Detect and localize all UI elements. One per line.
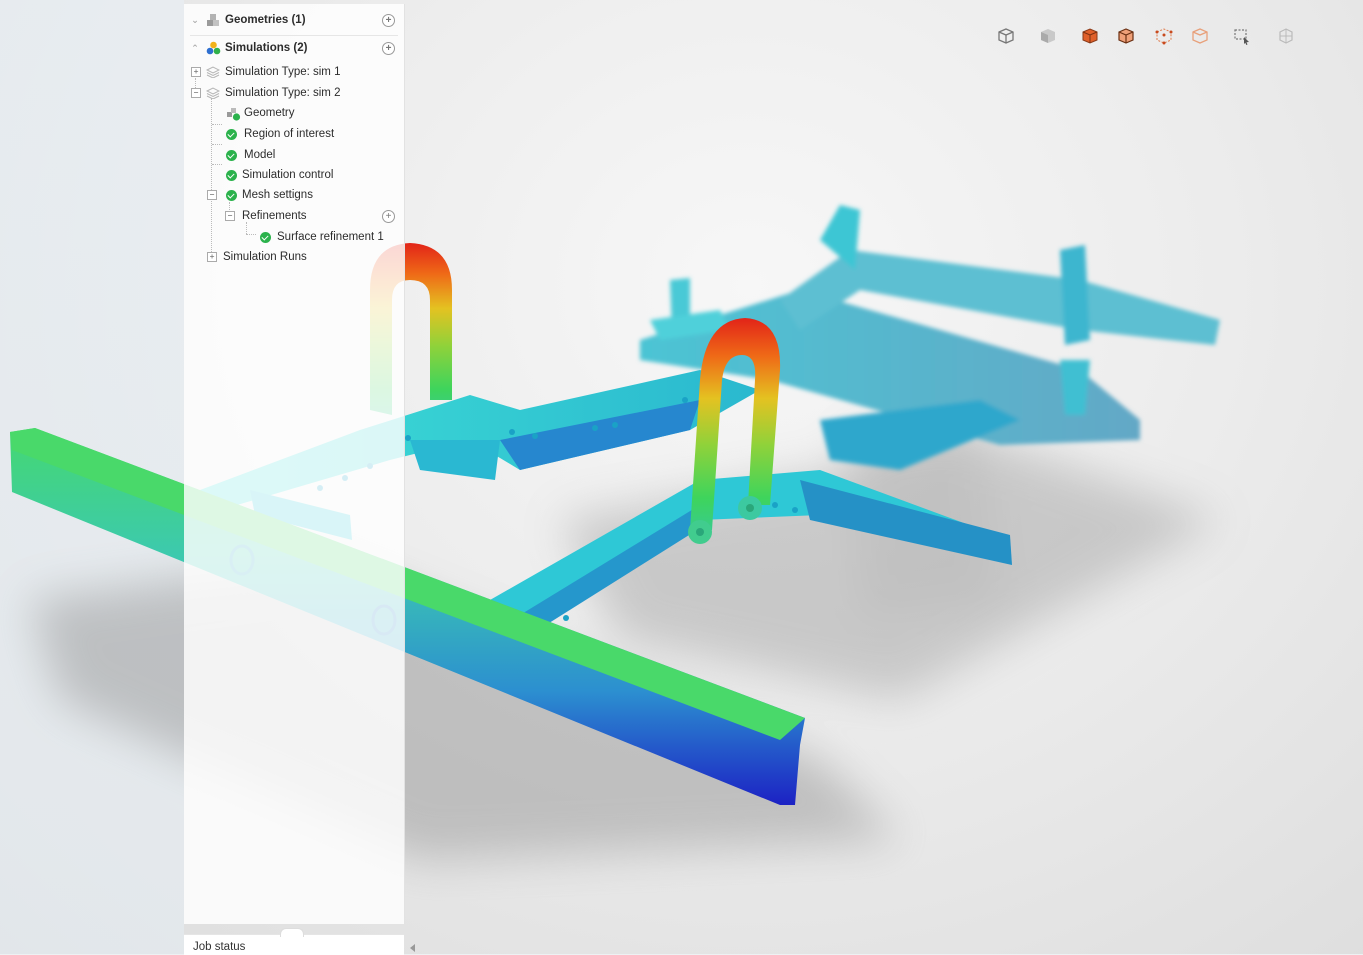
tree-item-sim-2[interactable]: − Simulation Type: sim 2 — [184, 83, 404, 103]
tree-section-simulations[interactable]: ⌃ Simulations (2) + — [184, 34, 404, 62]
collapse-toggle[interactable]: − — [207, 190, 217, 200]
check-icon — [226, 190, 237, 201]
model-label: Model — [244, 149, 276, 161]
view-cube-icon[interactable] — [994, 24, 1018, 48]
mesh-settings-label: Mesh settigns — [242, 189, 313, 201]
tree-item-simulation-control[interactable]: Simulation control — [184, 165, 404, 185]
outline-view-icon[interactable] — [1188, 24, 1212, 48]
job-status-panel[interactable]: Job status — [184, 928, 404, 955]
tree-section-geometries[interactable]: ⌄ Geometries (1) + — [184, 6, 404, 34]
simulations-label: Simulations (2) — [225, 42, 308, 54]
tree-item-simulation-runs[interactable]: + Simulation Runs — [184, 247, 404, 267]
geometry-checked-icon — [227, 108, 241, 121]
geometry-label: Geometry — [244, 107, 295, 119]
check-icon — [226, 129, 237, 140]
refinements-label: Refinements — [242, 210, 307, 222]
simulation-tree-panel: ⌄ Geometries (1) + ⌃ Simulations (2) + + — [184, 4, 405, 924]
add-geometry-button[interactable]: + — [382, 14, 395, 27]
collapse-toggle[interactable]: − — [225, 211, 235, 221]
simulations-icon — [206, 41, 221, 55]
check-icon — [226, 170, 237, 181]
tree-item-mesh-settings[interactable]: − Mesh settigns — [184, 185, 404, 205]
tree-item-surface-refinement[interactable]: Surface refinement 1 — [184, 227, 404, 247]
sim-2-label: Simulation Type: sim 2 — [225, 87, 341, 99]
simulation-control-label: Simulation control — [242, 169, 334, 181]
wireframe-surface-icon[interactable] — [1114, 24, 1138, 48]
check-icon — [260, 232, 271, 243]
add-refinement-button[interactable]: + — [382, 210, 395, 223]
tree-item-refinements[interactable]: − Refinements + — [184, 206, 404, 226]
chevron-down-icon[interactable]: ⌄ — [190, 15, 200, 25]
box-select-icon[interactable] — [1230, 24, 1254, 48]
tree-item-geometry[interactable]: Geometry — [184, 103, 404, 123]
tree-item-model[interactable]: Model — [184, 145, 404, 165]
points-view-icon[interactable] — [1152, 24, 1176, 48]
tree-item-sim-1[interactable]: + Simulation Type: sim 1 — [184, 62, 404, 82]
add-simulation-button[interactable]: + — [382, 42, 395, 55]
geometry-icon — [207, 14, 219, 26]
collapse-panel-arrow-icon[interactable] — [410, 944, 415, 952]
chevron-up-icon[interactable]: ⌃ — [190, 43, 200, 53]
check-icon — [226, 150, 237, 161]
tree-item-region-of-interest[interactable]: Region of interest — [184, 124, 404, 144]
surface-refinement-label: Surface refinement 1 — [277, 231, 384, 243]
simulation-runs-label: Simulation Runs — [223, 251, 307, 263]
geometries-label: Geometries (1) — [225, 14, 306, 26]
settings-cube-icon[interactable] — [1274, 24, 1298, 48]
layers-icon — [206, 66, 220, 78]
surface-view-icon[interactable] — [1078, 24, 1102, 48]
sim-1-label: Simulation Type: sim 1 — [225, 66, 341, 78]
region-of-interest-label: Region of interest — [244, 128, 335, 140]
expand-toggle[interactable]: + — [191, 67, 201, 77]
layers-icon — [206, 87, 220, 99]
expand-toggle[interactable]: + — [207, 252, 217, 262]
solid-view-icon[interactable] — [1036, 24, 1060, 48]
panel-resize-handle[interactable] — [280, 928, 304, 937]
job-status-label: Job status — [193, 941, 246, 953]
collapse-toggle[interactable]: − — [191, 88, 201, 98]
